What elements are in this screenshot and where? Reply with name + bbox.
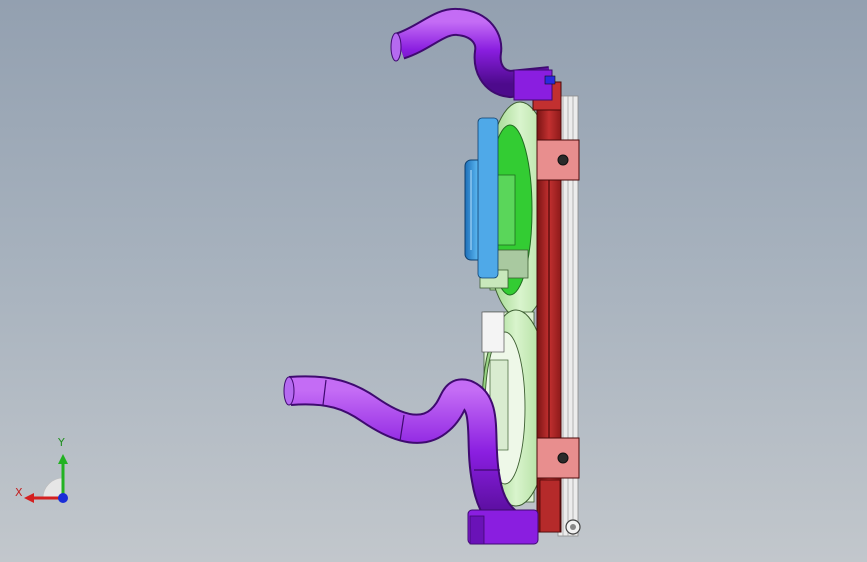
motor-cover[interactable] bbox=[464, 117, 499, 279]
y-axis-label: Y bbox=[58, 436, 65, 449]
x-axis-label: X bbox=[15, 486, 23, 499]
upper-hose[interactable] bbox=[390, 7, 556, 101]
cad-viewport[interactable]: Y X bbox=[0, 0, 867, 562]
cad-model-view[interactable] bbox=[0, 0, 867, 562]
axis-triad: Y X bbox=[10, 436, 80, 508]
